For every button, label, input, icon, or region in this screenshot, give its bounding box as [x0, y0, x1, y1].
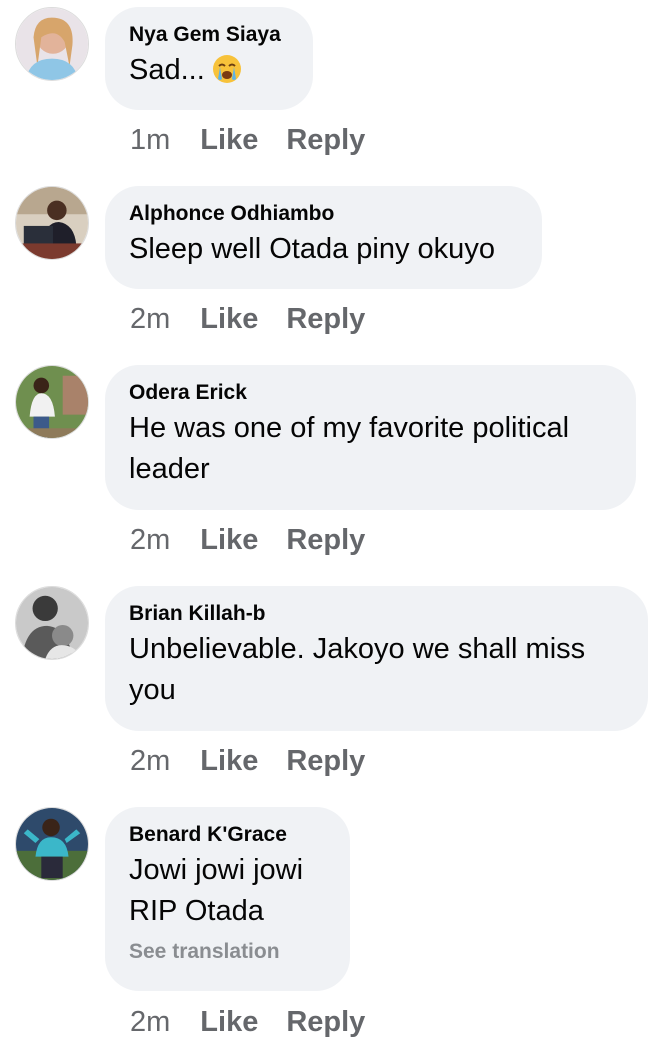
comment-text: Unbelievable. Jakoyo we shall miss you	[129, 629, 624, 711]
avatar[interactable]	[15, 365, 89, 439]
comment-text: Sleep well Otada piny okuyo	[129, 233, 495, 265]
avatar-image	[16, 366, 88, 438]
like-button[interactable]: Like	[200, 303, 258, 336]
avatar-image	[16, 8, 88, 80]
comment-author[interactable]: Benard K'Grace	[129, 822, 326, 848]
avatar[interactable]	[15, 807, 89, 881]
comment-author[interactable]: Alphonce Odhiambo	[129, 201, 518, 227]
comment-time[interactable]: 1m	[130, 124, 170, 157]
like-button[interactable]: Like	[200, 1006, 258, 1039]
comment-actions: 2m Like Reply	[130, 524, 393, 557]
avatar[interactable]	[15, 586, 89, 660]
comment-actions: 2m Like Reply	[130, 1006, 393, 1039]
comment-text-line: He was one of my favorite political	[129, 412, 570, 444]
reply-button[interactable]: Reply	[286, 1006, 365, 1039]
avatar-image	[16, 587, 88, 659]
reply-button[interactable]: Reply	[286, 524, 365, 557]
comment-time[interactable]: 2m	[130, 303, 170, 336]
comment-text-line: you	[129, 674, 176, 706]
reply-button[interactable]: Reply	[286, 745, 365, 778]
comment-bubble: Nya Gem Siaya Sad...	[105, 7, 313, 110]
like-button[interactable]: Like	[200, 745, 258, 778]
comment-bubble: Brian Killah-b Unbelievable. Jakoyo we s…	[105, 586, 648, 731]
comment-text: Jowi jowi jowi RIP Otada	[129, 850, 326, 932]
comment-text: Sad...	[129, 50, 289, 91]
comment-bubble: Benard K'Grace Jowi jowi jowi RIP Otada …	[105, 807, 350, 991]
comment-text-line: Unbelievable. Jakoyo we shall miss	[129, 633, 586, 665]
comment-author[interactable]: Brian Killah-b	[129, 601, 624, 627]
reply-button[interactable]: Reply	[286, 303, 365, 336]
comment-time[interactable]: 2m	[130, 524, 170, 557]
comment-text-content: Sad...	[129, 54, 205, 86]
comment-bubble: Alphonce Odhiambo Sleep well Otada piny …	[105, 186, 542, 289]
comment-text-line: leader	[129, 453, 210, 485]
avatar[interactable]	[15, 186, 89, 260]
see-translation-link[interactable]: See translation	[129, 940, 326, 964]
comment-time[interactable]: 2m	[130, 745, 170, 778]
comment-actions: 1m Like Reply	[130, 124, 393, 157]
avatar[interactable]	[15, 7, 89, 81]
comment-time[interactable]: 2m	[130, 1006, 170, 1039]
comment-text-line: RIP Otada	[129, 895, 264, 927]
comment-actions: 2m Like Reply	[130, 745, 393, 778]
comment-author[interactable]: Nya Gem Siaya	[129, 22, 289, 48]
comment-actions: 2m Like Reply	[130, 303, 393, 336]
like-button[interactable]: Like	[200, 124, 258, 157]
comment-author[interactable]: Odera Erick	[129, 380, 612, 406]
avatar-image	[16, 808, 88, 880]
comment-bubble: Odera Erick He was one of my favorite po…	[105, 365, 636, 510]
like-button[interactable]: Like	[200, 524, 258, 557]
comment-text-line: Jowi jowi jowi	[129, 854, 304, 886]
reply-button[interactable]: Reply	[286, 124, 365, 157]
crying-face-icon	[212, 55, 241, 83]
avatar-image	[16, 187, 88, 259]
comment-text: He was one of my favorite political lead…	[129, 408, 612, 490]
